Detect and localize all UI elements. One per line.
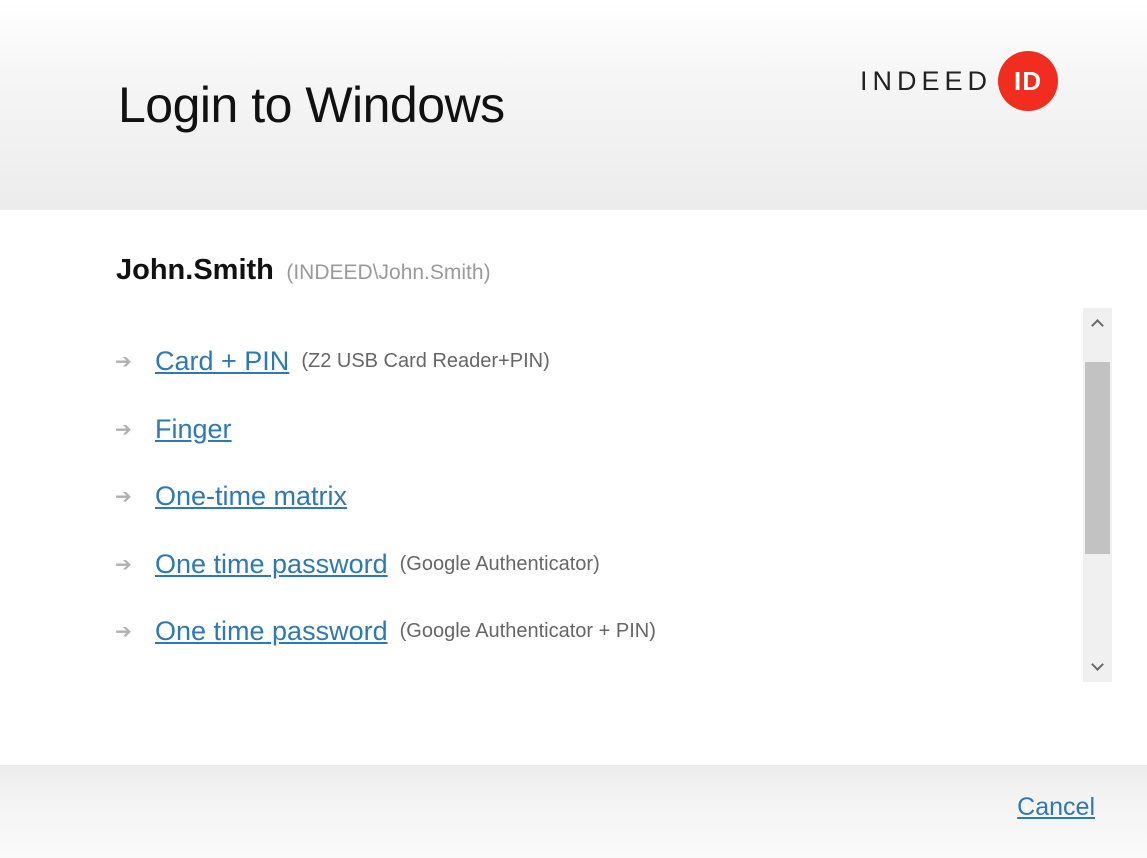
- login-dialog: Login to Windows INDEED ID John.Smith (I…: [0, 0, 1147, 858]
- auth-method-note: (Google Authenticator): [399, 552, 600, 575]
- logo-text: INDEED: [860, 65, 993, 96]
- scroll-down-button[interactable]: [1083, 652, 1112, 682]
- auth-method-link-card-pin[interactable]: Card + PIN: [155, 346, 289, 377]
- user-domain: (INDEED\John.Smith): [286, 261, 491, 284]
- chevron-up-icon: [1091, 319, 1104, 332]
- arrow-right-icon: ➔: [115, 485, 132, 508]
- auth-method-link-otp-google-pin[interactable]: One time password: [155, 616, 388, 647]
- logo-badge: ID: [998, 51, 1059, 111]
- user-info: John.Smith (INDEED\John.Smith): [116, 254, 491, 287]
- auth-method-item: ➔ One time password (Google Authenticato…: [115, 544, 600, 584]
- auth-method-item: ➔ One-time matrix: [115, 476, 359, 516]
- page-title: Login to Windows: [118, 77, 505, 133]
- auth-method-item: ➔ Card + PIN (Z2 USB Card Reader+PIN): [115, 341, 550, 381]
- scroll-thumb[interactable]: [1085, 362, 1110, 554]
- user-name: John.Smith: [116, 254, 274, 286]
- auth-method-link-otp-google[interactable]: One time password: [155, 549, 388, 580]
- auth-method-link-one-time-matrix[interactable]: One-time matrix: [155, 481, 347, 512]
- dialog-footer: Cancel: [0, 765, 1147, 858]
- auth-method-item: ➔ Finger: [115, 409, 244, 449]
- indeed-logo: INDEED ID: [860, 51, 1059, 111]
- auth-method-item: ➔ One time password (Google Authenticato…: [115, 611, 656, 651]
- arrow-right-icon: ➔: [115, 620, 132, 643]
- chevron-down-icon: [1091, 658, 1104, 671]
- dialog-header: Login to Windows INDEED ID: [0, 0, 1147, 210]
- arrow-right-icon: ➔: [115, 350, 132, 373]
- arrow-right-icon: ➔: [115, 553, 132, 576]
- scroll-up-button[interactable]: [1083, 308, 1112, 338]
- auth-method-note: (Google Authenticator + PIN): [399, 619, 656, 642]
- cancel-link[interactable]: Cancel: [1017, 793, 1095, 822]
- auth-method-link-finger[interactable]: Finger: [155, 414, 232, 445]
- auth-method-list: ➔ Card + PIN (Z2 USB Card Reader+PIN) ➔ …: [115, 338, 1075, 683]
- method-list-scrollbar[interactable]: [1083, 308, 1112, 682]
- auth-method-note: (Z2 USB Card Reader+PIN): [301, 349, 550, 372]
- arrow-right-icon: ➔: [115, 418, 132, 441]
